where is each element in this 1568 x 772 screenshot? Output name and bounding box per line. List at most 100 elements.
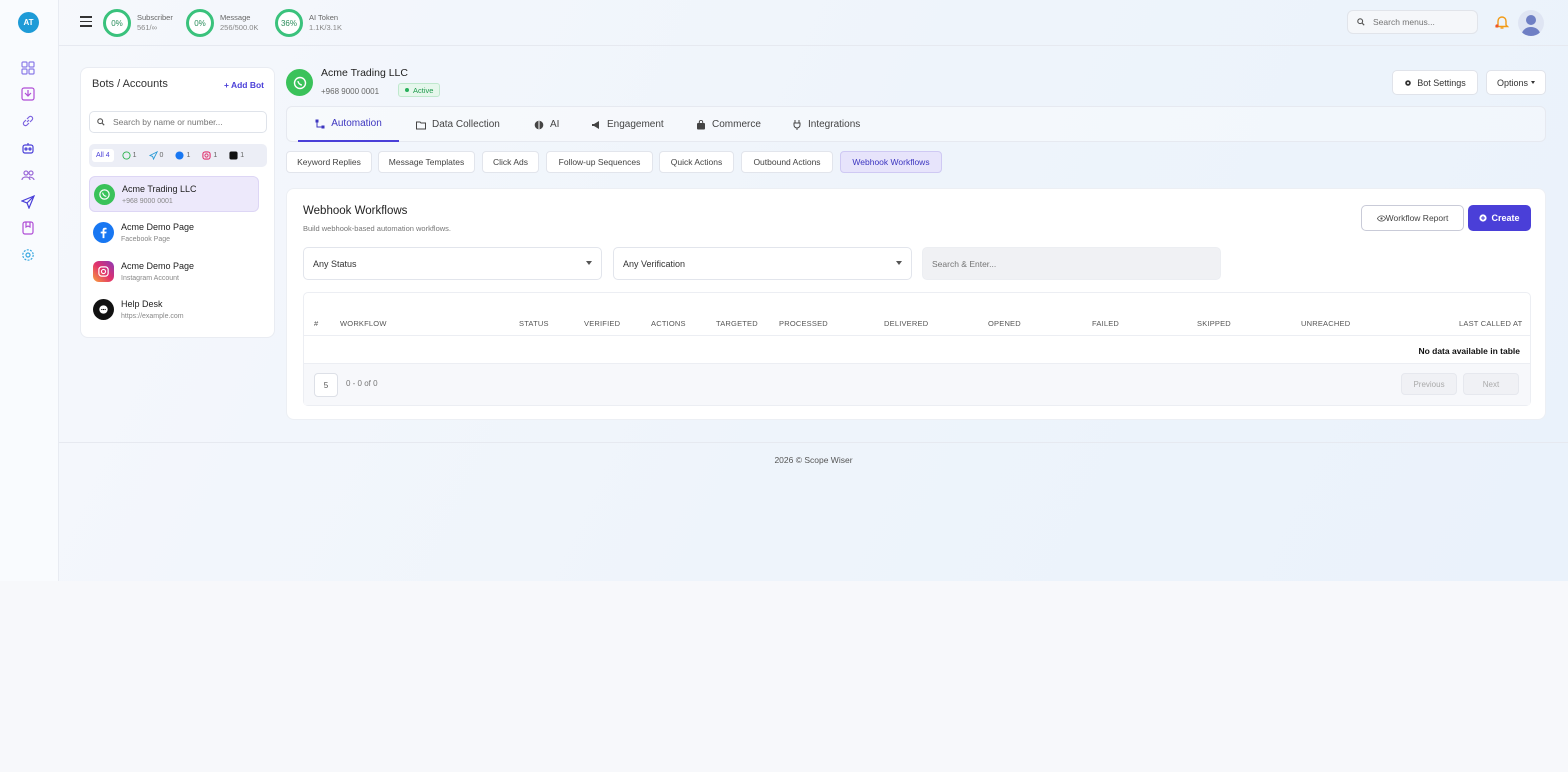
telegram-icon — [148, 151, 158, 160]
status-select[interactable]: Any Status — [303, 247, 602, 280]
footer-copyright: 2026 © Scope Wiser — [774, 455, 853, 465]
bag-icon — [697, 119, 705, 129]
filter-count: 1 — [132, 152, 137, 159]
bell-icon[interactable] — [1494, 14, 1510, 30]
subtab-message-templates[interactable]: Message Templates — [378, 151, 475, 173]
tab-label: Integrations — [808, 119, 861, 130]
header-divider — [304, 335, 1530, 336]
search-icon — [97, 118, 105, 126]
page-size-select[interactable]: 5 — [314, 373, 338, 397]
workflow-search-input[interactable] — [932, 258, 1212, 269]
chat-icon — [93, 299, 114, 320]
create-label: Create — [1491, 213, 1520, 223]
message-ring: 0% — [186, 9, 214, 37]
tab-data-collection[interactable]: Data Collection — [416, 107, 500, 142]
send-icon[interactable] — [19, 193, 36, 210]
column-header[interactable]: WORKFLOW — [340, 319, 387, 328]
bot-settings-button[interactable]: Bot Settings — [1392, 70, 1478, 95]
account-item-help-desk[interactable]: Help Desk https://example.com — [89, 292, 259, 328]
user-avatar[interactable] — [1518, 10, 1544, 36]
stat-subscriber: 0% Subscriber 561/∞ — [103, 9, 173, 37]
filter-all[interactable]: All 4 — [92, 149, 114, 162]
filter-chat[interactable]: 1 — [225, 148, 248, 163]
workflow-report-label: Workflow Report — [1385, 213, 1449, 223]
subtab-keyword-replies[interactable]: Keyword Replies — [286, 151, 372, 173]
whatsapp-icon — [94, 184, 115, 205]
filter-count: 1 — [213, 152, 218, 159]
column-header[interactable]: VERIFIED — [584, 319, 620, 328]
column-header[interactable]: TARGETED — [716, 319, 758, 328]
filter-count: 1 — [186, 152, 191, 159]
subtab-quick-actions[interactable]: Quick Actions — [659, 151, 734, 173]
bot-icon[interactable] — [19, 139, 36, 156]
menu-toggle-icon[interactable] — [80, 16, 92, 28]
account-item-instagram[interactable]: Acme Demo Page Instagram Account — [89, 254, 259, 290]
eye-icon — [1376, 214, 1386, 222]
account-search-input[interactable] — [113, 117, 263, 127]
options-button[interactable]: Options — [1486, 70, 1546, 95]
ai-token-ring: 36% — [275, 9, 303, 37]
bot-settings-label: Bot Settings — [1417, 77, 1466, 88]
accounts-title: Bots / Accounts — [92, 78, 168, 90]
subtab-webhook-workflows[interactable]: Webhook Workflows — [840, 151, 942, 173]
previous-button[interactable]: Previous — [1401, 373, 1457, 395]
users-icon[interactable] — [19, 166, 36, 183]
card-subtitle: Build webhook-based automation workflows… — [303, 224, 451, 233]
tab-ai[interactable]: AI — [534, 107, 559, 142]
bot-name: Acme Trading LLC — [321, 67, 408, 79]
account-item-acme-trading[interactable]: Acme Trading LLC +968 9000 0001 — [89, 176, 259, 212]
status-label: Active — [413, 85, 434, 95]
menu-search-input[interactable] — [1373, 17, 1468, 27]
tab-engagement[interactable]: Engagement — [591, 107, 664, 142]
tab-label: Engagement — [607, 119, 664, 130]
tab-automation[interactable]: Automation — [298, 107, 399, 142]
left-rail: AT — [0, 0, 59, 581]
facebook-icon — [93, 222, 114, 243]
filter-instagram[interactable]: 1 — [198, 148, 221, 163]
next-button[interactable]: Next — [1463, 373, 1519, 395]
subtab-outbound-actions[interactable]: Outbound Actions — [741, 151, 833, 173]
stat-message: 0% Message 256/500.0K — [186, 9, 258, 37]
column-header[interactable]: UNREACHED — [1301, 319, 1350, 328]
dashboard-icon[interactable] — [19, 59, 36, 76]
chevron-down-icon — [1531, 81, 1536, 84]
column-header[interactable]: FAILED — [1092, 319, 1119, 328]
tab-integrations[interactable]: Integrations — [792, 107, 860, 142]
verification-select-value: Any Verification — [623, 258, 686, 269]
status-dot — [405, 88, 409, 92]
link-icon[interactable] — [19, 112, 36, 129]
filter-whatsapp[interactable]: 1 — [118, 148, 141, 163]
column-header[interactable]: ACTIONS — [651, 319, 686, 328]
subtab-follow-up-sequences[interactable]: Follow-up Sequences — [546, 151, 653, 173]
column-header[interactable]: # — [314, 319, 318, 328]
column-header[interactable]: LAST CALLED AT — [1459, 319, 1522, 328]
account-item-facebook[interactable]: Acme Demo Page Facebook Page — [89, 215, 259, 251]
subtab-click-ads[interactable]: Click Ads — [482, 151, 539, 173]
inbox-icon[interactable] — [19, 85, 36, 102]
account-sub: https://example.com — [121, 313, 184, 320]
column-header[interactable]: STATUS — [519, 319, 549, 328]
megaphone-icon — [592, 120, 599, 129]
create-button[interactable]: Create — [1468, 205, 1531, 231]
add-bot-button[interactable]: + Add Bot — [224, 80, 264, 90]
workflow-search[interactable] — [922, 247, 1221, 280]
tab-commerce[interactable]: Commerce — [696, 107, 761, 142]
filter-facebook[interactable]: 1 — [171, 148, 194, 163]
filter-telegram[interactable]: 0 — [145, 148, 168, 163]
menu-search[interactable] — [1347, 10, 1478, 34]
account-search[interactable] — [89, 111, 267, 133]
stat-label: AI Token — [309, 13, 339, 22]
workflow-report-button[interactable]: Workflow Report — [1361, 205, 1464, 231]
channel-filters: All 4 1 0 1 1 1 — [89, 144, 267, 167]
chevron-down-icon — [896, 261, 902, 265]
verification-select[interactable]: Any Verification — [613, 247, 912, 280]
column-header[interactable]: DELIVERED — [884, 319, 928, 328]
bookmark-icon[interactable] — [19, 219, 36, 236]
column-header[interactable]: PROCESSED — [779, 319, 828, 328]
column-header[interactable]: SKIPPED — [1197, 319, 1231, 328]
whatsapp-icon — [286, 69, 313, 96]
account-name: Acme Demo Page — [121, 261, 195, 271]
workspace-avatar[interactable]: AT — [18, 12, 39, 33]
settings-icon[interactable] — [19, 246, 36, 263]
column-header[interactable]: OPENED — [988, 319, 1021, 328]
